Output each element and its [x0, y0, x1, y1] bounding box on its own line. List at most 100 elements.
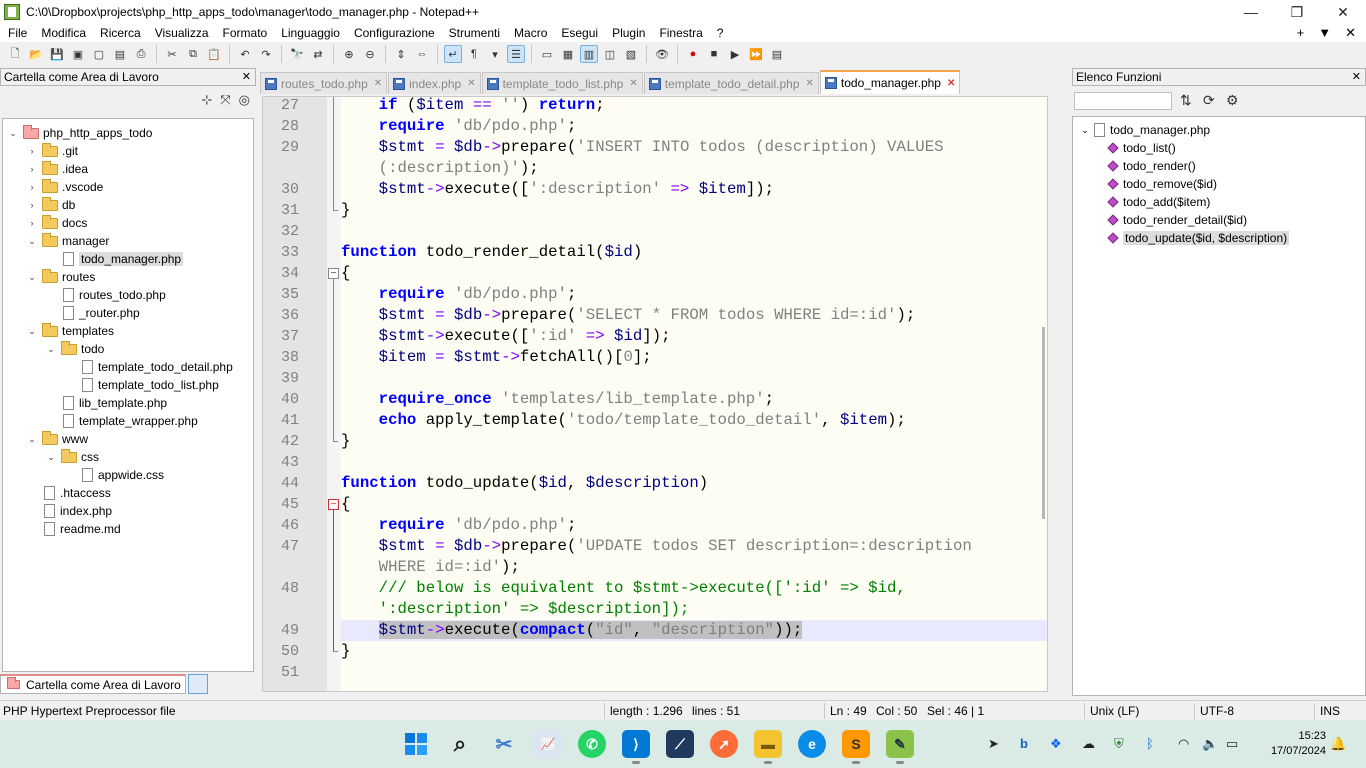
close-panel-icon[interactable]: ✕ — [1352, 70, 1361, 83]
function-list-icon[interactable]: ▥ — [580, 45, 598, 63]
tree-file-item[interactable]: routes_todo.php — [45, 286, 166, 304]
document-list-icon[interactable]: ▧ — [622, 45, 640, 63]
edge-icon[interactable]: e — [798, 730, 826, 758]
document-tab[interactable]: index.php ✕ — [388, 72, 481, 94]
document-tab[interactable]: todo_manager.php ✕ — [819, 70, 961, 94]
sync-vertical-icon[interactable]: ⇕ — [392, 45, 410, 63]
code-line[interactable]: (:description)'); — [341, 158, 1047, 179]
print-icon[interactable]: ⎙ — [132, 45, 150, 63]
stop-macro-icon[interactable]: ■ — [705, 45, 723, 63]
code-line[interactable]: require 'db/pdo.php'; — [341, 515, 1047, 536]
replace-icon[interactable]: ⇄ — [309, 45, 327, 63]
tree-folder-item[interactable]: › docs — [26, 214, 87, 232]
code-line[interactable]: $stmt = $db->prepare('UPDATE todos SET d… — [341, 536, 1047, 557]
record-macro-icon[interactable]: ● — [684, 45, 702, 63]
chevron-down-icon[interactable]: ⌄ — [1079, 125, 1091, 136]
tree-file-item[interactable]: todo_manager.php — [45, 250, 184, 268]
security-shield-icon[interactable]: ⛨ — [1114, 736, 1124, 752]
play-macro-icon[interactable]: ▶ — [726, 45, 744, 63]
windows-start-icon[interactable] — [402, 730, 430, 758]
vertical-scrollbar[interactable] — [1042, 327, 1045, 519]
resource-monitor-icon[interactable]: 📈 — [534, 730, 562, 758]
whatsapp-icon[interactable]: ✆ — [578, 730, 606, 758]
code-line[interactable]: function todo_render_detail($id) — [341, 242, 1047, 263]
tree-file-item[interactable]: appwide.css — [64, 466, 164, 484]
cut-icon[interactable]: ✂ — [163, 45, 181, 63]
tree-file-item[interactable]: template_todo_list.php — [64, 376, 219, 394]
menu-visualizza[interactable]: Visualizza — [147, 26, 215, 40]
dropbox-icon[interactable]: ❖ — [1050, 736, 1062, 752]
tree-folder-item[interactable]: ⌄ routes — [26, 268, 95, 286]
word-wrap-icon[interactable]: ↵ — [444, 45, 462, 63]
fold-marker-collapse[interactable]: − — [328, 499, 339, 510]
function-item[interactable]: todo_list() — [1105, 139, 1176, 157]
battery-icon[interactable]: ▭ — [1226, 736, 1238, 752]
tree-file-item[interactable]: template_wrapper.php — [45, 412, 198, 430]
document-tab[interactable]: template_todo_list.php ✕ — [481, 72, 643, 94]
function-item[interactable]: todo_render() — [1105, 157, 1196, 175]
locate-current-file-icon[interactable]: ⊹ — [201, 92, 212, 108]
menu-esegui[interactable]: Esegui — [553, 26, 604, 40]
document-tab[interactable]: routes_todo.php ✕ — [260, 72, 388, 94]
undo-icon[interactable]: ↶ — [236, 45, 254, 63]
onedrive-cloud-icon[interactable]: ☁ — [1082, 736, 1095, 752]
open-file-icon[interactable]: 📂 — [27, 45, 45, 63]
vscode-icon[interactable]: ⟩ — [622, 730, 650, 764]
menu-linguaggio[interactable]: Linguaggio — [273, 26, 346, 40]
zoom-in-icon[interactable]: ⊕ — [340, 45, 358, 63]
function-item[interactable]: todo_add($item) — [1105, 193, 1210, 211]
chevron-down-icon[interactable]: ⌄ — [7, 128, 19, 139]
tree-folder-item[interactable]: ⌄ templates — [26, 322, 114, 340]
run-macro-multiple-icon[interactable]: ⏩ — [747, 45, 765, 63]
chevron-right-icon[interactable]: › — [26, 182, 38, 192]
code-line[interactable]: { — [341, 263, 1047, 284]
menu-modifica[interactable]: Modifica — [33, 26, 92, 40]
current-code-line[interactable]: $stmt->execute(compact("id", "descriptio… — [341, 620, 1047, 641]
code-line[interactable]: } — [341, 641, 1047, 662]
minimize-button[interactable]: — — [1228, 0, 1274, 24]
save-icon[interactable]: 💾 — [48, 45, 66, 63]
status-insert-mode[interactable]: INS — [1320, 704, 1340, 718]
close-document-icon[interactable]: ✕ — [1345, 25, 1356, 41]
code-line[interactable]: $stmt = $db->prepare('SELECT * FROM todo… — [341, 305, 1047, 326]
function-item[interactable]: todo_update($id, $description) — [1105, 229, 1290, 247]
fold-marker-collapse[interactable]: − — [328, 268, 339, 279]
snipping-tool-icon[interactable]: ✂ — [490, 730, 518, 758]
settings-gear-icon[interactable]: ⚙ — [1226, 92, 1239, 109]
menu-configurazione[interactable]: Configurazione — [346, 26, 441, 40]
status-col[interactable]: Col : 50 — [876, 704, 917, 718]
close-tab-icon[interactable]: ✕ — [467, 78, 475, 89]
tree-folder-item[interactable]: ⌄ todo — [45, 340, 104, 358]
chevron-down-icon[interactable]: ⌄ — [26, 272, 38, 283]
code-line[interactable]: $item = $stmt->fetchAll()[0]; — [341, 347, 1047, 368]
fold-margin[interactable] — [327, 97, 341, 691]
function-item[interactable]: todo_render_detail($id) — [1105, 211, 1247, 229]
code-line[interactable]: WHERE id=:id'); — [341, 557, 1047, 578]
chevron-right-icon[interactable]: › — [26, 218, 38, 228]
tree-file-item[interactable]: _router.php — [45, 304, 140, 322]
code-line[interactable]: require 'db/pdo.php'; — [341, 116, 1047, 137]
tab-list-dropdown-icon[interactable]: ▼ — [1318, 25, 1331, 41]
document-tab[interactable]: template_todo_detail.php ✕ — [643, 72, 819, 94]
copy-icon[interactable]: ⧉ — [184, 45, 202, 63]
sort-icon[interactable]: ⇅ — [1180, 92, 1192, 109]
document-map-icon[interactable]: ▦ — [559, 45, 577, 63]
code-line[interactable]: echo apply_template('todo/template_todo_… — [341, 410, 1047, 431]
tree-folder-item[interactable]: › .git — [26, 142, 78, 160]
paste-icon[interactable]: 📋 — [205, 45, 223, 63]
close-tab-icon[interactable]: ✕ — [947, 78, 955, 89]
chevron-down-icon[interactable]: ⌄ — [45, 452, 57, 463]
code-line[interactable]: $stmt->execute([':id' => $id]); — [341, 326, 1047, 347]
function-search-input[interactable] — [1074, 92, 1172, 110]
chevron-down-icon[interactable]: ⌄ — [26, 326, 38, 337]
menu-finestra[interactable]: Finestra — [651, 26, 708, 40]
status-eol[interactable]: Unix (LF) — [1090, 704, 1139, 718]
menu-ricerca[interactable]: Ricerca — [92, 26, 147, 40]
search-icon[interactable]: ⌕ — [446, 730, 474, 758]
tree-folder-item[interactable]: › .vscode — [26, 178, 103, 196]
bluesky-icon[interactable]: b — [1020, 736, 1028, 751]
close-tab-icon[interactable]: ✕ — [374, 78, 382, 89]
chevron-right-icon[interactable]: › — [26, 200, 38, 210]
code-line[interactable]: require 'db/pdo.php'; — [341, 284, 1047, 305]
menu-plugin[interactable]: Plugin — [604, 26, 651, 40]
